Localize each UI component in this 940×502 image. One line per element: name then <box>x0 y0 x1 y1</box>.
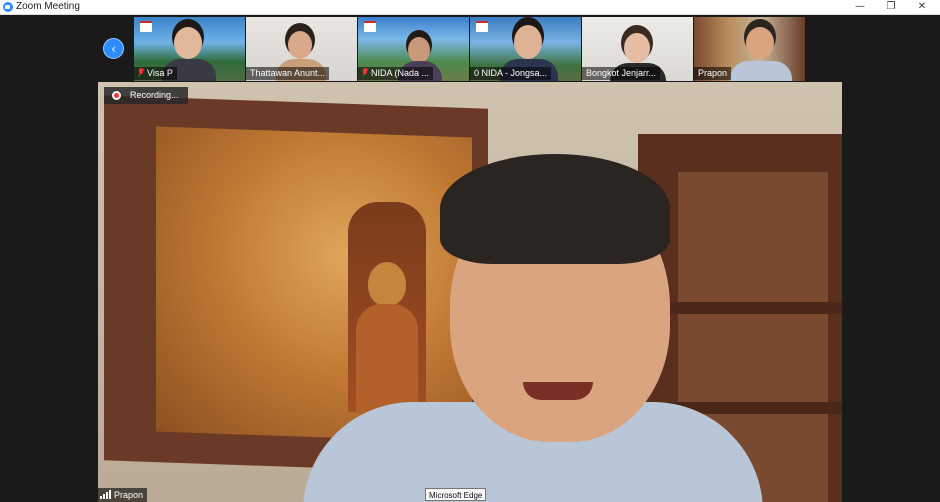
participant-tile[interactable]: Thattawan Anunt... <box>246 17 357 81</box>
active-speaker-name-tag: Prapon <box>98 488 148 502</box>
mic-muted-icon <box>138 68 144 77</box>
window-title: Zoom Meeting <box>16 1 80 12</box>
buddha-figure-head <box>368 262 406 306</box>
shelf-board <box>658 302 842 314</box>
participant-strip: ‹ Visa P Thattawan Anunt... NIDA (Nada .… <box>0 15 940 82</box>
participant-tile[interactable]: NIDA (Nada ... <box>358 17 469 81</box>
title-bar: Zoom Meeting — ❐ ✕ <box>0 0 940 15</box>
participant-tile[interactable]: 0 NIDA - Jongsa... <box>470 17 581 81</box>
chevron-left-icon: ‹ <box>111 41 116 56</box>
mic-muted-icon <box>362 68 368 77</box>
buddha-figure-body <box>356 304 418 414</box>
nida-logo-icon <box>476 21 488 32</box>
participant-name-tag: Visa P <box>134 67 177 80</box>
taskbar-tooltip: Microsoft Edge <box>425 488 487 501</box>
participant-name-tag: Prapon <box>694 67 732 80</box>
speaker-hair <box>440 154 670 264</box>
participant-name-tag: Thattawan Anunt... <box>246 67 330 80</box>
participant-tile[interactable]: Bongkot Jenjarr... <box>582 17 693 81</box>
nida-logo-icon <box>140 21 152 32</box>
connection-signal-icon <box>100 490 111 499</box>
recording-label: Recording... <box>130 90 179 100</box>
participant-tile-active[interactable]: Prapon <box>694 17 805 81</box>
restore-button[interactable]: ❐ <box>876 0 906 14</box>
participant-name: Bongkot Jenjarr... <box>586 68 657 78</box>
close-button[interactable]: ✕ <box>907 0 937 14</box>
participant-tile[interactable]: Visa P <box>134 17 245 81</box>
participant-name: Visa P <box>147 68 173 78</box>
minimize-button[interactable]: — <box>845 0 875 14</box>
participant-name: 0 NIDA - Jongsa... <box>474 68 548 78</box>
record-icon <box>112 91 121 100</box>
participant-name-tag: 0 NIDA - Jongsa... <box>470 67 552 80</box>
participant-name: NIDA (Nada ... <box>371 68 430 78</box>
scroll-left-button[interactable]: ‹ <box>103 38 124 59</box>
active-speaker-video[interactable] <box>98 82 842 502</box>
nida-logo-icon <box>364 21 376 32</box>
active-speaker-name: Prapon <box>114 490 144 500</box>
zoom-app-icon <box>3 2 13 12</box>
speaker-mouth <box>523 382 593 400</box>
participant-name-tag: Bongkot Jenjarr... <box>582 67 661 80</box>
participant-name-tag: NIDA (Nada ... <box>358 67 434 80</box>
participant-name: Prapon <box>698 68 728 78</box>
recording-indicator[interactable]: Recording... <box>104 87 188 104</box>
participant-name: Thattawan Anunt... <box>250 68 326 78</box>
